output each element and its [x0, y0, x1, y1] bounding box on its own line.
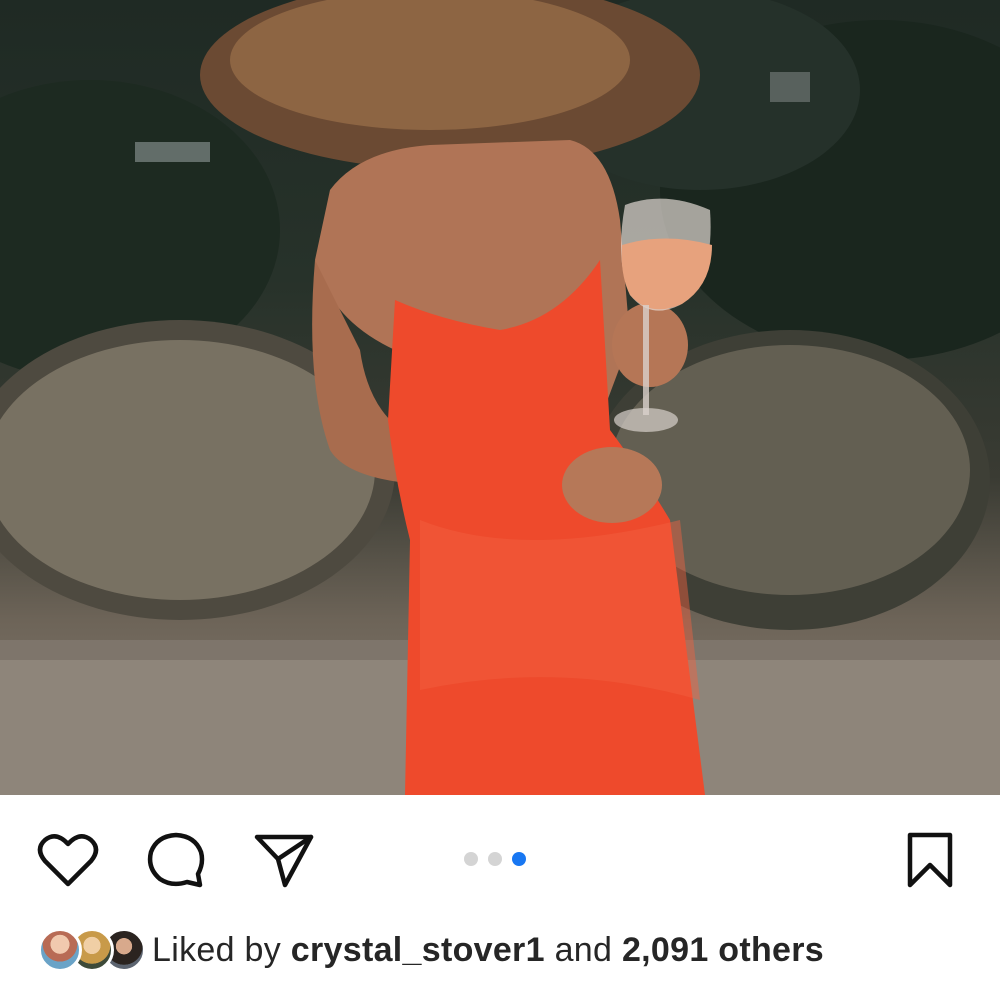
heart-outline-icon	[37, 834, 99, 887]
share-button[interactable]	[252, 828, 316, 892]
carousel-dot	[464, 852, 478, 866]
likes-text: Liked by crystal_stover1 and 2,091 other…	[152, 931, 824, 970]
carousel-indicator	[464, 852, 526, 866]
post-photo[interactable]	[0, 0, 1000, 795]
liker-avatars[interactable]	[38, 928, 146, 972]
paper-plane-icon	[254, 834, 314, 888]
carousel-dot	[512, 852, 526, 866]
carousel-dot	[488, 852, 502, 866]
likes-summary: Liked by crystal_stover1 and 2,091 other…	[38, 922, 824, 978]
save-button[interactable]	[898, 828, 962, 892]
likes-count-link[interactable]: 2,091 others	[622, 931, 824, 969]
speech-bubble-icon	[147, 832, 205, 888]
likes-prefix: Liked by	[152, 930, 282, 969]
post-image-illustration	[0, 0, 1000, 795]
like-button[interactable]	[36, 828, 100, 892]
avatar	[38, 928, 82, 972]
comment-button[interactable]	[144, 828, 208, 892]
bookmark-outline-icon	[907, 832, 953, 888]
likes-conjunction: and	[554, 930, 613, 969]
liker-username-link[interactable]: crystal_stover1	[291, 931, 545, 969]
